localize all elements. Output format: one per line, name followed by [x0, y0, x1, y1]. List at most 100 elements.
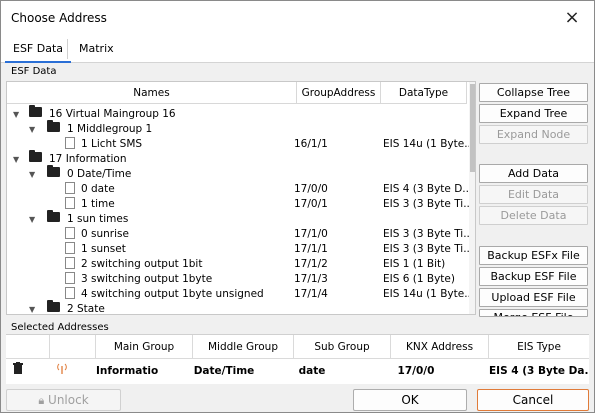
expand-toggle-icon[interactable]: ▼	[13, 152, 19, 167]
tree-row[interactable]: ▼ 1 Middlegroup 1	[7, 120, 467, 137]
tree-row-label: 0 sunrise	[81, 228, 129, 240]
selected-addresses-label: Selected Addresses	[11, 322, 109, 333]
expand-tree-button[interactable]: Expand Tree	[479, 104, 588, 123]
tree-row-data-type: EIS 6 (1 Byte)	[383, 273, 455, 285]
backup-esf-button[interactable]: Backup ESF File	[479, 267, 588, 286]
tree-row-label: 17 Information	[49, 153, 127, 165]
tree-row-group-address: 17/0/0	[294, 183, 328, 195]
collapse-tree-button[interactable]: Collapse Tree	[479, 83, 588, 102]
cancel-button[interactable]: Cancel	[477, 389, 589, 411]
tree-row[interactable]: 1 Licht SMS 16/1/1 EIS 14u (1 Byte...	[7, 137, 474, 152]
tree-row[interactable]: 4 switching output 1byte unsigned 17/1/4…	[7, 287, 474, 302]
tree-row[interactable]: 1 time 17/0/1 EIS 3 (3 Byte Ti...	[7, 197, 473, 212]
tree-row[interactable]: ▼ 2 State	[7, 300, 467, 314]
tree-row[interactable]: 3 switching output 1byte 17/1/3 EIS 6 (1…	[7, 272, 467, 287]
tree-row[interactable]: 2 switching output 1bit 17/1/2 EIS 1 (1 …	[7, 257, 467, 272]
header-eis-type[interactable]: EIS Type	[489, 335, 589, 359]
tree-header: Names GroupAddress DataType	[7, 82, 467, 104]
antenna-icon	[54, 361, 70, 381]
tree-row-data-type: EIS 1 (1 Bit)	[383, 258, 446, 270]
header-middle-group[interactable]: Middle Group	[193, 335, 294, 359]
tree-row-group-address: 17/1/4	[294, 288, 328, 300]
tree-row[interactable]: 0 sunrise 17/1/0 EIS 3 (3 Byte Ti...	[7, 227, 473, 242]
tree-row-group-address: 17/1/0	[294, 228, 328, 240]
tab-esf-data[interactable]: ESF Data	[5, 35, 72, 63]
tree-row-data-type: EIS 4 (3 Byte D...	[383, 183, 473, 195]
dialog-title: Choose Address	[11, 11, 107, 25]
expand-toggle-icon[interactable]: ▼	[29, 122, 35, 137]
title-bar: Choose Address ×	[1, 1, 594, 35]
selected-middle-group: Date/Time	[193, 365, 255, 377]
delete-data-button[interactable]: Delete Data	[479, 206, 588, 225]
tree-row-group-address: 17/1/2	[294, 258, 328, 270]
header-knx-address[interactable]: KNX Address	[391, 335, 489, 359]
unlock-button[interactable]: 🔒︎ Unlock	[6, 389, 121, 411]
backup-esfx-button[interactable]: Backup ESFx File	[479, 246, 588, 265]
folder-icon	[47, 210, 60, 222]
tab-bar: ESF Data Matrix	[1, 35, 594, 63]
tree-row-label: 1 Middlegroup 1	[67, 123, 153, 135]
header-sub-group[interactable]: Sub Group	[294, 335, 391, 359]
column-group-address[interactable]: GroupAddress	[297, 82, 381, 104]
tree-row-group-address: 17/1/3	[294, 273, 328, 285]
expand-toggle-icon[interactable]: ▼	[29, 212, 35, 227]
tree-row-label: 4 switching output 1byte unsigned	[81, 288, 264, 300]
selected-eis-type: EIS 4 (3 Byte Da...	[489, 365, 589, 377]
esf-data-group-label: ESF Data	[11, 66, 57, 77]
ok-button[interactable]: OK	[353, 389, 467, 411]
add-data-button[interactable]: Add Data	[479, 164, 588, 183]
header-delete-column	[6, 335, 50, 359]
expand-node-button[interactable]: Expand Node	[479, 125, 588, 144]
selected-sub-group: date	[298, 365, 326, 377]
folder-icon	[47, 120, 60, 132]
expand-toggle-icon[interactable]: ▼	[29, 167, 35, 182]
tree-row[interactable]: ▼ 1 sun times	[7, 210, 467, 227]
expand-toggle-icon[interactable]: ▼	[29, 302, 35, 314]
tree-row[interactable]: 1 sunset 17/1/1 EIS 3 (3 Byte Ti...	[7, 242, 473, 257]
tree-row[interactable]: ▼ 0 Date/Time	[7, 165, 467, 182]
document-icon	[65, 287, 75, 299]
document-icon	[65, 257, 75, 269]
document-icon	[65, 137, 75, 149]
column-data-type[interactable]: DataType	[381, 82, 467, 104]
header-main-group[interactable]: Main Group	[96, 335, 193, 359]
scrollbar-thumb[interactable]	[470, 84, 475, 172]
tree-row-data-type: EIS 3 (3 Byte Ti...	[383, 243, 474, 255]
tree-row-label: 16 Virtual Maingroup 16	[49, 108, 176, 120]
folder-icon	[29, 105, 42, 117]
document-icon	[65, 227, 75, 239]
tree-row[interactable]: ▼ 17 Information	[7, 150, 467, 167]
tree-row-label: 0 Date/Time	[67, 168, 132, 180]
tree-row-group-address: 17/0/1	[294, 198, 328, 210]
tree-row-data-type: EIS 14u (1 Byte...	[383, 138, 475, 150]
expand-toggle-icon[interactable]: ▼	[13, 107, 19, 122]
tree-row-label: 1 sun times	[67, 213, 129, 225]
tree-row-label: 2 switching output 1bit	[81, 258, 203, 270]
tree-row-group-address: 17/1/1	[294, 243, 328, 255]
trash-icon[interactable]	[10, 361, 26, 381]
choose-address-dialog: Choose Address × ESF Data Matrix ESF Dat…	[0, 0, 595, 413]
tab-matrix[interactable]: Matrix	[71, 35, 122, 63]
selected-knx-address: 17/0/0	[397, 365, 435, 377]
document-icon	[65, 182, 75, 194]
tree-row[interactable]: ▼ 16 Virtual Maingroup 16	[7, 105, 467, 122]
tree-row-data-type: EIS 14u (1 Byte...	[383, 288, 475, 300]
merge-esf-button[interactable]: Merge ESF File	[479, 309, 588, 317]
folder-icon	[47, 165, 60, 177]
edit-data-button[interactable]: Edit Data	[479, 185, 588, 204]
column-names[interactable]: Names	[7, 82, 297, 104]
upload-esf-button[interactable]: Upload ESF File	[479, 288, 588, 307]
tree-row-data-type: EIS 3 (3 Byte Ti...	[383, 198, 474, 210]
tree-row[interactable]: 0 date 17/0/0 EIS 4 (3 Byte D...	[7, 182, 472, 197]
tree-scrollbar[interactable]	[469, 82, 475, 314]
document-icon	[65, 272, 75, 284]
selected-main-group: Information	[96, 365, 158, 377]
tree-row-data-type: EIS 3 (3 Byte Ti...	[383, 228, 474, 240]
tree-row-label: 1 time	[81, 198, 115, 210]
document-icon	[65, 242, 75, 254]
tree-row-label: 0 date	[81, 183, 115, 195]
tab-divider	[67, 39, 68, 59]
folder-icon	[29, 150, 42, 162]
close-icon[interactable]: ×	[561, 7, 583, 29]
esf-tree[interactable]: Names GroupAddress DataType ▼ 16 Virtual…	[6, 81, 476, 315]
